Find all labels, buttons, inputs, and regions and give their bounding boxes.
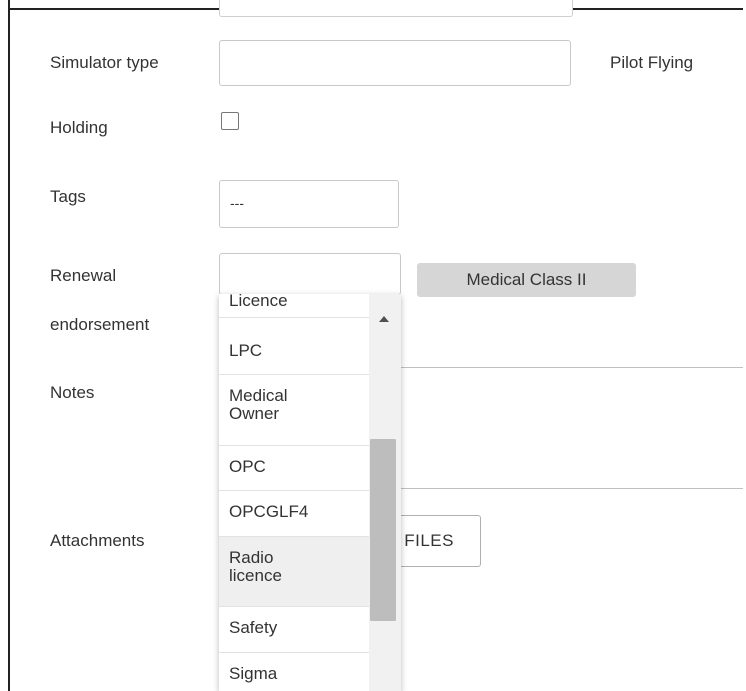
dropdown-item-medical-owner[interactable]: Medical Owner bbox=[219, 375, 369, 446]
dropdown-item-sigma[interactable]: Sigma bbox=[219, 653, 369, 691]
simulator-type-label: Simulator type bbox=[50, 53, 159, 72]
dropdown-item-label: Sigma bbox=[229, 664, 278, 683]
simulator-type-input[interactable] bbox=[219, 40, 571, 86]
form-panel: Simulator type Pilot Flying Holding Tags… bbox=[0, 0, 743, 691]
renewal-label-line1: Renewal bbox=[50, 266, 117, 285]
dropdown-item-lpc[interactable]: LPC bbox=[219, 330, 369, 375]
tags-label: Tags bbox=[50, 187, 86, 206]
dropdown-item-label-line2: Owner bbox=[229, 404, 280, 423]
previous-field-input[interactable] bbox=[219, 0, 573, 17]
dropdown-item-safety[interactable]: Safety bbox=[219, 607, 369, 653]
dropdown-item-opcglf4[interactable]: OPCGLF4 bbox=[219, 491, 369, 537]
dropdown-item-label: LPC bbox=[229, 341, 263, 360]
dropdown-item-label: Licence bbox=[229, 294, 288, 310]
renewal-label-line2: endorsement bbox=[50, 315, 150, 334]
medical-class-chip[interactable]: Medical Class II bbox=[417, 263, 636, 297]
dropdown-item-label: Safety bbox=[229, 618, 278, 637]
dropdown-item-label: OPC bbox=[229, 457, 266, 476]
dropdown-item-label-line2: licence bbox=[229, 566, 282, 585]
notes-field-top-border bbox=[400, 367, 743, 368]
attachments-label: Attachments bbox=[50, 531, 145, 550]
renewal-endorsement-input[interactable] bbox=[219, 253, 401, 295]
dropdown-item-licence[interactable]: Licence bbox=[219, 294, 369, 318]
dropdown-item-radio-licence[interactable]: Radio licence bbox=[219, 537, 369, 607]
notes-label: Notes bbox=[50, 383, 95, 402]
notes-field-bottom-border bbox=[400, 488, 743, 489]
dropdown-item-label: OPCGLF4 bbox=[229, 502, 309, 521]
holding-label: Holding bbox=[50, 118, 108, 137]
dropdown-item-label: Medical bbox=[229, 386, 288, 405]
dropdown-scrollbar-thumb[interactable] bbox=[370, 439, 396, 621]
renewal-dropdown-list[interactable]: Licence LPC Medical Owner OPC OPCGLF4 Ra… bbox=[219, 294, 401, 691]
tags-select[interactable]: --- bbox=[219, 180, 399, 228]
scroll-up-arrow-icon[interactable] bbox=[379, 316, 389, 322]
tags-value: --- bbox=[230, 195, 244, 211]
holding-checkbox[interactable] bbox=[221, 112, 239, 130]
pilot-flying-label: Pilot Flying bbox=[610, 53, 694, 72]
dropdown-item-label: Radio bbox=[229, 548, 274, 567]
dropdown-item-opc[interactable]: OPC bbox=[219, 446, 369, 491]
panel-left-border bbox=[8, 0, 10, 691]
